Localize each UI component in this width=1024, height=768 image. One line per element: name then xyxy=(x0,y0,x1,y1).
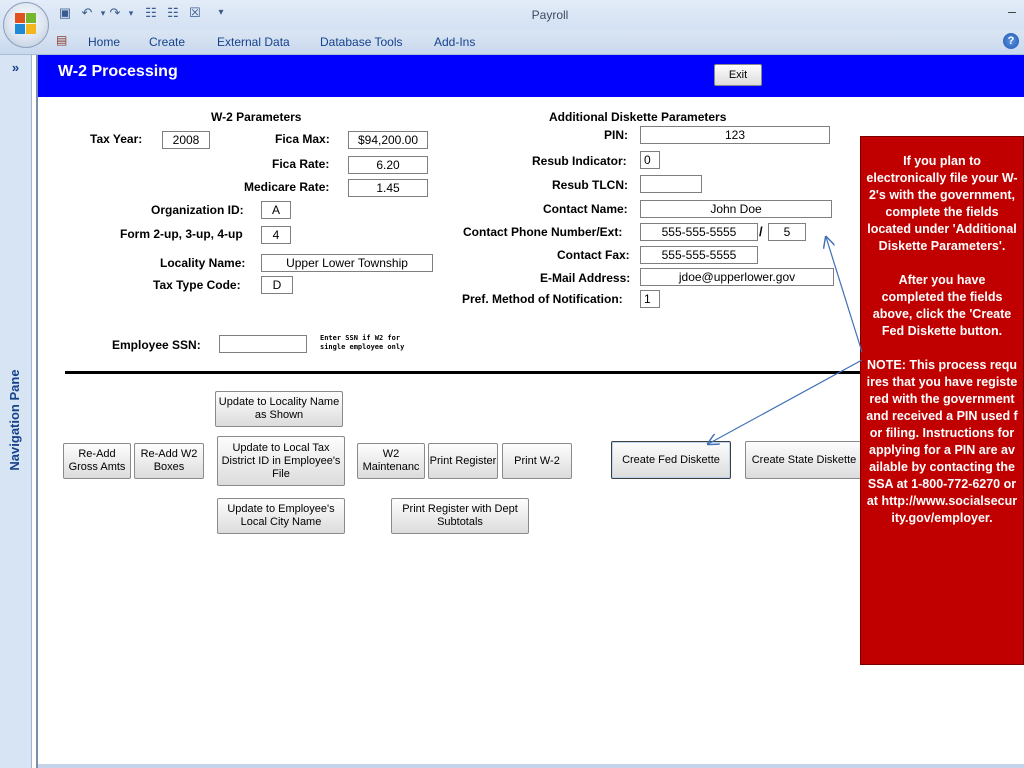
form-up-field[interactable]: 4 xyxy=(261,226,291,244)
print-register-button[interactable]: Print Register xyxy=(428,443,498,479)
resub-indicator-label: Resub Indicator: xyxy=(532,154,627,168)
create-fed-diskette-button[interactable]: Create Fed Diskette xyxy=(611,441,731,479)
phone-ext-separator: / xyxy=(759,224,763,239)
resub-tlcn-field[interactable] xyxy=(640,175,702,193)
help-icon[interactable]: ? xyxy=(1003,33,1019,49)
print-w2-button[interactable]: Print W-2 xyxy=(502,443,572,479)
pin-label: PIN: xyxy=(604,128,628,142)
exit-button[interactable]: Exit xyxy=(714,64,762,86)
contact-phone-label: Contact Phone Number/Ext: xyxy=(463,225,623,239)
arrow-to-contact-ext xyxy=(826,237,863,353)
fica-rate-field[interactable]: 6.20 xyxy=(348,156,428,174)
office-button[interactable] xyxy=(3,2,49,48)
contact-name-label: Contact Name: xyxy=(543,202,628,216)
callout-paragraph-1: If you plan to electronically file your … xyxy=(866,154,1018,253)
diskette-parameters-title: Additional Diskette Parameters xyxy=(549,110,727,124)
readd-w2-boxes-button[interactable]: Re-Add W2 Boxes xyxy=(134,443,204,479)
employee-ssn-field[interactable] xyxy=(219,335,307,353)
fica-max-field[interactable]: $94,200.00 xyxy=(348,131,428,149)
ssn-note: Enter SSN if W2 for single employee only xyxy=(320,334,404,352)
ssn-note-line-2: single employee only xyxy=(320,343,405,351)
customize-toolbar-icon[interactable]: ▾ xyxy=(212,4,230,22)
w2-maintenance-button[interactable]: W2 Maintenanc xyxy=(357,443,425,479)
relationships-icon[interactable]: ☷ xyxy=(142,4,160,22)
ssn-note-line-1: Enter SSN if W2 for xyxy=(320,334,401,342)
locality-name-label: Locality Name: xyxy=(160,256,246,270)
locality-name-field[interactable]: Upper Lower Township xyxy=(261,254,433,272)
organization-id-field[interactable]: A xyxy=(261,201,291,219)
pref-notification-label: Pref. Method of Notification: xyxy=(462,292,623,306)
contact-ext-field[interactable]: 5 xyxy=(768,223,806,241)
tab-external-data[interactable]: External Data xyxy=(217,35,290,49)
w2-parameters-title: W-2 Parameters xyxy=(211,110,302,124)
contact-phone-field[interactable]: 555-555-5555 xyxy=(640,223,758,241)
tab-database-tools[interactable]: Database Tools xyxy=(320,35,403,49)
organization-id-label: Organization ID: xyxy=(151,203,244,217)
app-title: Payroll xyxy=(531,8,569,22)
contact-fax-label: Contact Fax: xyxy=(557,248,630,262)
readd-gross-amts-button[interactable]: Re-Add Gross Amts xyxy=(63,443,131,479)
pin-field[interactable]: 123 xyxy=(640,126,830,144)
email-field[interactable]: jdoe@upperlower.gov xyxy=(640,268,834,286)
save-icon[interactable]: ▣ xyxy=(56,4,74,22)
nav-pane-label[interactable]: Navigation Pane xyxy=(7,365,27,475)
resub-tlcn-label: Resub TLCN: xyxy=(552,178,628,192)
employee-ssn-label: Employee SSN: xyxy=(112,338,201,352)
document-icon[interactable]: ▤ xyxy=(56,33,70,49)
medicare-rate-field[interactable]: 1.45 xyxy=(348,179,428,197)
create-state-diskette-button[interactable]: Create State Diskette xyxy=(745,441,863,479)
callout-paragraph-2: After you have completed the fields abov… xyxy=(872,273,1012,338)
medicare-rate-label: Medicare Rate: xyxy=(244,180,330,194)
tax-type-code-label: Tax Type Code: xyxy=(153,278,241,292)
update-local-tax-district-button[interactable]: Update to Local Tax District ID in Emplo… xyxy=(217,436,345,486)
tab-home[interactable]: Home xyxy=(88,35,120,49)
section-divider xyxy=(65,371,865,374)
office-logo-icon xyxy=(15,13,37,35)
form-up-label: Form 2-up, 3-up, 4-up xyxy=(120,227,243,241)
callout-paragraph-3: NOTE: This process requires that you hav… xyxy=(866,358,1018,525)
pref-notification-field[interactable]: 1 xyxy=(640,290,660,308)
tax-year-label: Tax Year: xyxy=(90,132,143,146)
tax-year-field[interactable]: 2008 xyxy=(162,131,210,149)
resub-indicator-field[interactable]: 0 xyxy=(640,151,660,169)
redo-dropdown-icon[interactable]: ▾ xyxy=(122,4,140,22)
form-header xyxy=(38,55,1024,97)
form-border xyxy=(36,55,38,768)
email-label: E-Mail Address: xyxy=(540,271,631,285)
status-edge xyxy=(38,764,1024,768)
tax-type-code-field[interactable]: D xyxy=(261,276,293,294)
relationships-alt-icon[interactable]: ☷ xyxy=(164,4,182,22)
form-title: W-2 Processing xyxy=(58,63,178,80)
update-employee-city-button[interactable]: Update to Employee's Local City Name xyxy=(217,498,345,534)
minimize-button[interactable]: – xyxy=(1004,4,1020,20)
update-locality-name-button[interactable]: Update to Locality Name as Shown xyxy=(215,391,343,427)
tab-create[interactable]: Create xyxy=(149,35,185,49)
print-register-dept-subtotals-button[interactable]: Print Register with Dept Subtotals xyxy=(391,498,529,534)
fica-max-label: Fica Max: xyxy=(275,132,330,146)
nav-pane-expand-icon[interactable]: » xyxy=(0,60,31,80)
contact-name-field[interactable]: John Doe xyxy=(640,200,832,218)
close-window-icon[interactable]: ☒ xyxy=(186,4,204,22)
fica-rate-label: Fica Rate: xyxy=(272,157,330,171)
instruction-callout: If you plan to electronically file your … xyxy=(860,136,1024,665)
contact-fax-field[interactable]: 555-555-5555 xyxy=(640,246,758,264)
tab-add-ins[interactable]: Add-Ins xyxy=(434,35,475,49)
